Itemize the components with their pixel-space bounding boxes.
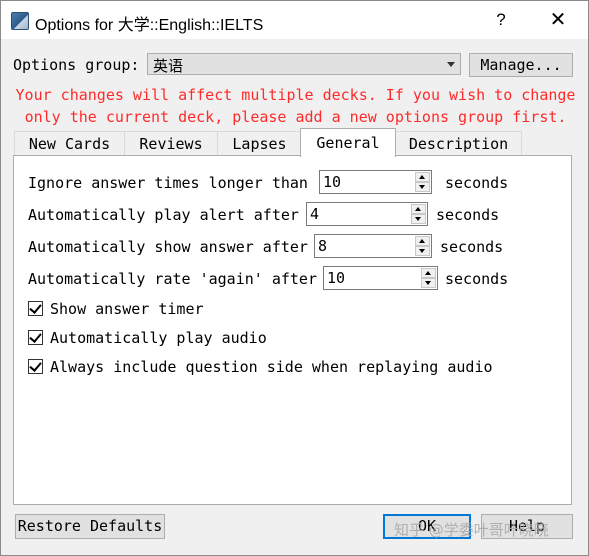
spin-up-icon[interactable]	[415, 172, 430, 182]
warning-line-2: only the current deck, please add a new …	[24, 108, 567, 126]
spin-down-icon[interactable]	[415, 182, 430, 192]
spin-down-icon[interactable]	[421, 278, 436, 288]
tab-new-cards[interactable]: New Cards	[14, 131, 125, 155]
options-group-value: 英语	[153, 57, 184, 75]
rate-again-spinbox[interactable]: 10	[323, 266, 438, 290]
show-answer-timer-label: Show answer timer	[50, 300, 204, 318]
seconds-unit-label: seconds	[445, 174, 509, 192]
spin-up-icon[interactable]	[421, 268, 436, 278]
ignore-answer-times-value: 10	[323, 173, 342, 191]
play-alert-value: 4	[310, 205, 320, 223]
restore-defaults-button[interactable]: Restore Defaults	[15, 514, 165, 539]
include-question-side-label: Always include question side when replay…	[50, 358, 493, 376]
rate-again-label: Automatically rate 'again' after	[28, 270, 317, 288]
spin-up-icon[interactable]	[415, 236, 430, 246]
warning-message: Your changes will affect multiple decks.…	[13, 84, 578, 128]
close-icon[interactable]: ✕	[538, 5, 578, 35]
watermark-text: 知乎 @学委叶哥叶晓晓	[394, 521, 549, 539]
title-bar: Options for 大学::English::IELTS ? ✕	[1, 1, 588, 39]
auto-play-audio-checkbox[interactable]	[28, 330, 43, 345]
spin-up-icon[interactable]	[411, 204, 426, 214]
play-alert-label: Automatically play alert after	[28, 206, 299, 224]
play-alert-spinbox[interactable]: 4	[306, 202, 428, 226]
tab-lapses[interactable]: Lapses	[217, 131, 302, 155]
options-group-label: Options group:	[13, 56, 140, 74]
checkmark-icon	[29, 330, 42, 343]
tab-general[interactable]: General	[300, 128, 396, 157]
show-answer-spinbox[interactable]: 8	[314, 234, 432, 258]
spin-down-icon[interactable]	[415, 246, 430, 256]
show-answer-value: 8	[318, 237, 328, 255]
seconds-unit-label: seconds	[445, 270, 509, 288]
auto-play-audio-label: Automatically play audio	[50, 329, 267, 347]
show-answer-label: Automatically show answer after	[28, 238, 308, 256]
options-group-select[interactable]: 英语	[147, 53, 461, 75]
include-question-side-checkbox[interactable]	[28, 359, 43, 374]
seconds-unit-label: seconds	[436, 206, 500, 224]
checkmark-icon	[29, 359, 42, 372]
checkmark-icon	[29, 301, 42, 314]
app-icon	[11, 12, 29, 30]
manage-button[interactable]: Manage...	[469, 53, 573, 77]
chevron-down-icon	[447, 62, 455, 67]
seconds-unit-label: seconds	[440, 238, 504, 256]
ignore-answer-times-label: Ignore answer times longer than	[28, 174, 308, 192]
window-title: Options for 大学::English::IELTS	[35, 17, 264, 34]
options-dialog: Options for 大学::English::IELTS ? ✕ Optio…	[0, 0, 589, 556]
show-answer-timer-checkbox[interactable]	[28, 301, 43, 316]
help-icon[interactable]: ?	[481, 5, 521, 35]
spin-down-icon[interactable]	[411, 214, 426, 224]
warning-line-1: Your changes will affect multiple decks.…	[15, 86, 576, 104]
tab-reviews[interactable]: Reviews	[124, 131, 218, 155]
rate-again-value: 10	[327, 269, 346, 287]
ignore-answer-times-spinbox[interactable]: 10	[319, 170, 432, 194]
general-tab-pane: Ignore answer times longer than 10 secon…	[13, 155, 572, 505]
tab-description[interactable]: Description	[395, 131, 522, 155]
